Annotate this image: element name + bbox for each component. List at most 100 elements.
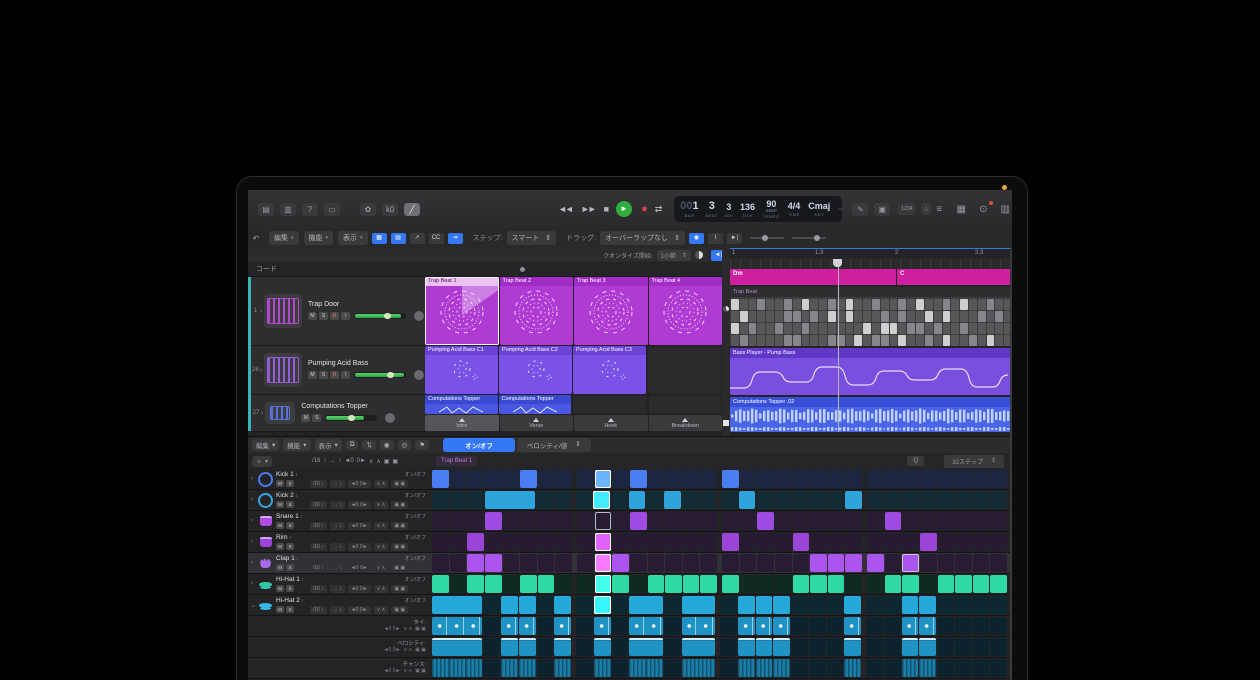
step-cell[interactable] (537, 596, 554, 614)
step-cell[interactable] (845, 512, 862, 530)
s-button[interactable]: S (286, 501, 294, 508)
header-control[interactable]: ▣ (384, 458, 390, 465)
step-cell[interactable] (519, 596, 536, 614)
m-button[interactable]: M (308, 371, 317, 379)
m-button[interactable]: M (276, 585, 284, 592)
step-cell[interactable] (990, 617, 1007, 635)
browsers-icon[interactable]: ▥ (997, 203, 1012, 216)
step-cell[interactable] (538, 512, 555, 530)
step-cell[interactable] (483, 659, 500, 677)
step-cell[interactable] (467, 491, 484, 509)
step-cell[interactable] (554, 596, 571, 614)
step-cell[interactable] (554, 638, 571, 656)
subrow-control[interactable]: ◄0 0► (384, 626, 401, 632)
step-cell[interactable] (665, 575, 682, 593)
preview-icon[interactable]: ◎ (398, 440, 412, 450)
step-cell[interactable] (537, 659, 554, 677)
step-cell[interactable] (664, 659, 681, 677)
step-cell[interactable] (828, 575, 845, 593)
subrow-control[interactable]: ▣ ▣ (415, 626, 426, 632)
live-loops-toggle[interactable]: ▦ (372, 233, 387, 244)
header-control[interactable]: ↕ (323, 458, 326, 465)
step-cell[interactable] (885, 554, 902, 572)
row-control[interactable]: /16 ↕ (310, 564, 327, 572)
library-icon[interactable]: ▥ (280, 203, 296, 216)
row-control[interactable]: ◄0 0► (348, 543, 371, 551)
step-cell[interactable] (577, 533, 594, 551)
menu-0[interactable]: 編集▾ (269, 231, 299, 245)
row-control[interactable]: ∨ ∧ (374, 585, 389, 593)
menu-2[interactable]: 表示▾ (338, 231, 368, 245)
track-header-trap-door[interactable]: 1›Trap DoorMSRI (251, 277, 425, 346)
step-cell[interactable] (828, 512, 845, 530)
step-cell[interactable] (698, 596, 715, 614)
loop-cell[interactable]: Trap Beat 3 (574, 277, 648, 345)
step-cell[interactable] (432, 470, 449, 488)
pan-knob[interactable] (413, 369, 425, 381)
step-cell[interactable] (955, 470, 972, 488)
row-control[interactable]: ∨ ∧ (374, 543, 389, 551)
step-cell[interactable] (919, 617, 936, 635)
step-cell[interactable] (938, 554, 955, 572)
step-cell[interactable] (920, 533, 937, 551)
pan-knob[interactable] (384, 412, 396, 424)
row-control[interactable]: /16 ↕ (310, 501, 327, 509)
scene-trigger-intro[interactable]: Intro (425, 415, 499, 431)
text-tool-button[interactable]: I (708, 233, 723, 244)
subrow-control[interactable]: ◄0 0► (384, 668, 401, 674)
step-cell[interactable] (828, 554, 845, 572)
step-record-icon[interactable]: ◉ (380, 440, 394, 450)
lcd-chevron-icon[interactable]: ⌵ (838, 206, 843, 213)
step-cell[interactable] (973, 554, 990, 572)
region-bass-player[interactable]: Bass Player - Pump Bass (730, 348, 1012, 395)
row-control[interactable]: → ↕ (330, 585, 345, 593)
volume-slider[interactable] (354, 372, 406, 378)
step-cell[interactable] (432, 512, 449, 530)
header-control[interactable]: → (329, 458, 335, 465)
step-cell[interactable] (810, 554, 827, 572)
step-cell[interactable] (520, 512, 537, 530)
step-cell[interactable] (537, 617, 554, 635)
step-cell[interactable] (955, 491, 972, 509)
header-control[interactable]: ∧ (376, 458, 380, 465)
playhead-handle[interactable] (833, 259, 842, 267)
step-cell[interactable] (827, 491, 844, 509)
step-cell[interactable] (902, 554, 919, 572)
step-cell[interactable] (867, 554, 884, 572)
pan-knob[interactable] (413, 310, 425, 322)
step-cell[interactable] (756, 617, 773, 635)
step-cell[interactable] (576, 617, 593, 635)
step-cell[interactable] (520, 554, 537, 572)
chord-segment-c[interactable]: C (897, 269, 1012, 285)
step-cell[interactable] (867, 512, 884, 530)
step-cell[interactable] (791, 617, 808, 635)
s-button[interactable]: S (286, 564, 294, 571)
row-control[interactable]: ∨ ∧ (374, 606, 389, 614)
step-cell[interactable] (646, 596, 663, 614)
step-cell[interactable] (501, 596, 518, 614)
subrow-control[interactable]: ∨ ∧ (403, 626, 412, 632)
volume-slider[interactable] (354, 313, 406, 319)
step-cell[interactable] (902, 659, 919, 677)
step-cell[interactable] (793, 533, 810, 551)
quick-help-icon[interactable]: ? (302, 203, 318, 216)
step-cell[interactable] (682, 659, 699, 677)
step-cell[interactable] (520, 533, 537, 551)
step-cell[interactable] (594, 596, 611, 614)
quantize-button[interactable]: Q (907, 456, 924, 466)
undo-icon[interactable]: ↶ (248, 232, 264, 245)
step-cell[interactable] (740, 533, 757, 551)
step-cell[interactable] (450, 470, 467, 488)
step-cell[interactable] (683, 512, 700, 530)
row-control[interactable]: ▣ ▣ (391, 585, 408, 593)
step-cell[interactable] (845, 491, 862, 509)
seq-menu-2[interactable]: 表示▾ (315, 439, 342, 451)
step-cell[interactable] (722, 512, 739, 530)
step-cell[interactable] (646, 638, 663, 656)
step-cell[interactable] (612, 659, 629, 677)
step-cell[interactable] (791, 659, 808, 677)
tempo-display[interactable]: 90KEEPTEMPO (763, 200, 780, 219)
step-cell[interactable] (757, 512, 774, 530)
step-cell[interactable] (683, 533, 700, 551)
step-cell[interactable] (612, 554, 629, 572)
